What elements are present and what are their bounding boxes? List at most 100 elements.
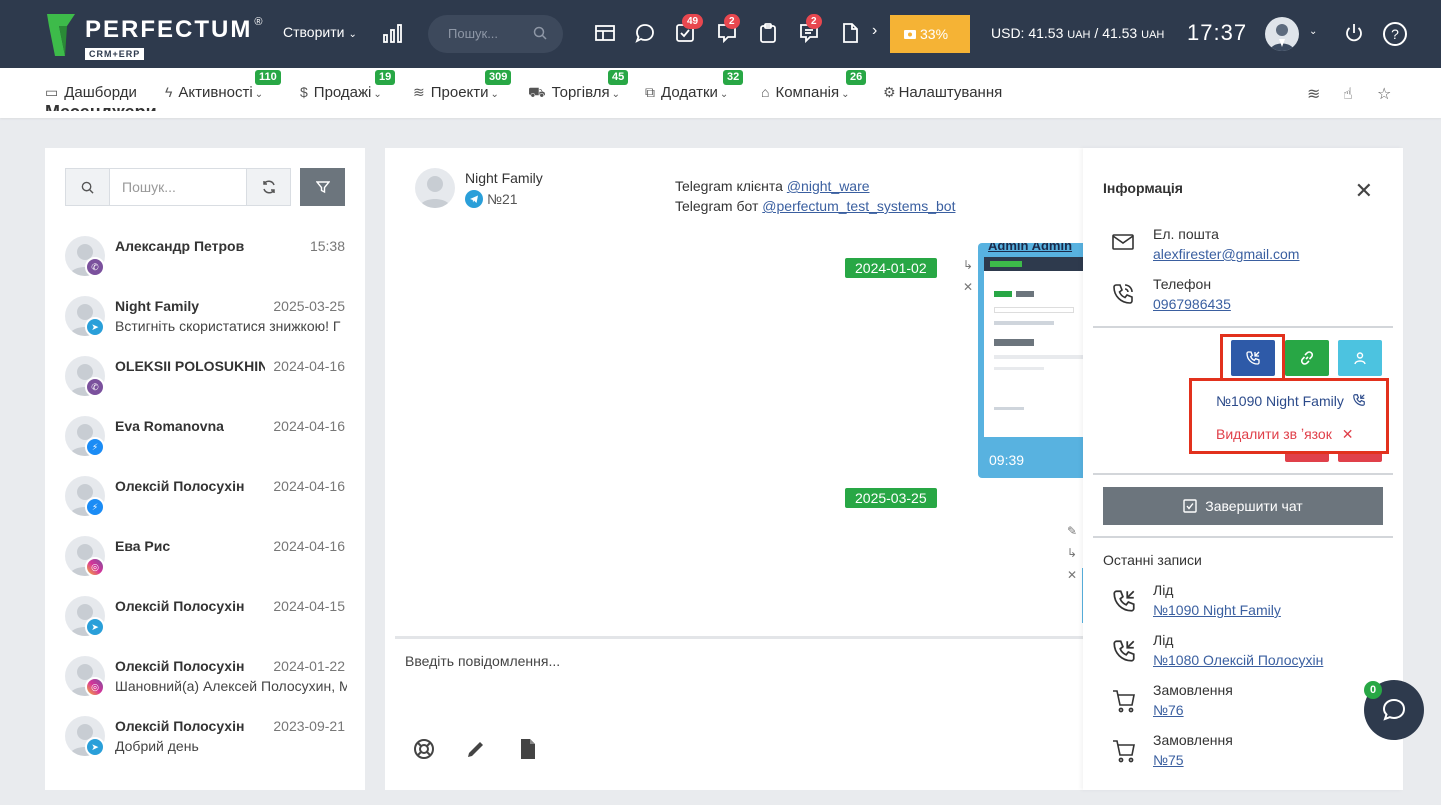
nav-badge: 19 [375, 70, 396, 85]
chat-bubble-icon[interactable] [634, 22, 656, 44]
nav-badge: 32 [723, 70, 744, 85]
record-link[interactable]: №1090 Night Family [1153, 602, 1281, 618]
finish-chat-button[interactable]: Завершити чат [1103, 487, 1383, 525]
chat-list-item[interactable]: ⚡ Eva Romanovna 2024-04-16 [45, 406, 365, 466]
nav-projects[interactable]: ≋ Проекти ⌄ 309 [413, 70, 512, 101]
user-avatar[interactable] [1265, 17, 1299, 51]
message-input[interactable]: Введіть повідомлення... [405, 653, 560, 669]
layers-icon: ≋ [413, 84, 425, 100]
nav-company[interactable]: ⌂ Компанія ⌄ 26 [761, 70, 867, 101]
telegram-icon: ➤ [85, 317, 105, 337]
divider [1093, 473, 1393, 475]
linked-lead-item[interactable]: №1090 Night Family [1216, 393, 1366, 409]
delete-icon[interactable]: ✕ [1065, 564, 1079, 586]
power-icon[interactable] [1343, 22, 1365, 44]
record-link[interactable]: №75 [1153, 752, 1184, 768]
chat-list-item[interactable]: ✆ Александр Петров 15:38 [45, 226, 365, 286]
copy-icon: ⧉ [645, 84, 655, 100]
phone-icon [1113, 284, 1133, 304]
date-separator: 2025-03-25 [845, 488, 937, 508]
chat-list-item[interactable]: ✆ OLEKSII POLOSUKHIN 2024-04-16 [45, 346, 365, 406]
image-message[interactable]: Admin Admin 09:39 [978, 243, 1098, 478]
bar-chart-icon[interactable] [382, 22, 404, 44]
global-search-input[interactable]: Пошук... [428, 15, 563, 53]
chevron-down-icon: ⌄ [348, 29, 357, 40]
file-icon[interactable] [517, 738, 539, 760]
chevron-down-icon[interactable]: ⌄ [1309, 26, 1317, 37]
highlight-frame [1220, 334, 1285, 381]
recent-records-title: Останні записи [1103, 552, 1202, 568]
hand-icon[interactable]: ☝ [1343, 84, 1353, 104]
bot-handle-link[interactable]: @perfectum_test_systems_bot [762, 198, 955, 214]
unlink-item[interactable]: Видалити зв ʼязок ✕ [1216, 426, 1353, 443]
linked-lead-dropdown: №1090 Night Family Видалити зв ʼязок ✕ [1189, 378, 1389, 454]
record-type: Замовлення [1153, 732, 1233, 748]
nav-label: Торгівля [551, 84, 610, 101]
email-link[interactable]: alexfirester@gmail.com [1153, 246, 1299, 262]
reply-icon[interactable]: ↳ [1065, 542, 1079, 564]
progress-indicator[interactable]: 33% [890, 15, 970, 53]
chat-list-item[interactable]: ◎ Олексій Полосухін 2024-01-22 Шановний(а) … [45, 646, 365, 706]
tasks-badge: 49 [682, 14, 704, 29]
pencil-icon[interactable] [465, 738, 487, 760]
chat-name: Олексій Полосухін [115, 718, 245, 734]
link-button[interactable] [1285, 340, 1329, 376]
user-icon [1354, 352, 1366, 365]
tasks-button[interactable]: 49 [674, 14, 704, 44]
contact-button[interactable] [1338, 340, 1382, 376]
instagram-icon: ◎ [85, 677, 105, 697]
table-icon[interactable] [594, 22, 616, 44]
chat-list-item[interactable]: ➤ Олексій Полосухін 2023-09-21 Добрий день [45, 706, 365, 766]
reply-icon[interactable]: ↳ [961, 254, 975, 276]
nav-settings[interactable]: ⚙ Налаштування [883, 84, 1002, 101]
nav-addons[interactable]: ⧉ Додатки ⌄ 32 [645, 70, 744, 101]
nav-label: Активності [178, 84, 253, 101]
chat-time: 2024-04-16 [269, 358, 345, 374]
chat-list-item[interactable]: ➤ Night Family 2025-03-25 Встигніть скорист… [45, 286, 365, 346]
chat-search-input[interactable]: Пошук... [110, 169, 246, 205]
nav-activities[interactable]: ϟ Активності ⌄ 110 [165, 70, 281, 101]
close-icon[interactable]: ✕ [1355, 178, 1373, 204]
edit-icon[interactable]: ✎ [1065, 520, 1079, 542]
chat-time: 2024-04-16 [269, 538, 345, 554]
chat-name: OLEKSII POLOSUKHIN [115, 358, 265, 374]
logo[interactable]: PERFECTUM ® CRM+ERP [45, 12, 262, 60]
lifebuoy-icon[interactable] [413, 738, 435, 760]
close-icon: ✕ [1341, 426, 1354, 442]
chat-time: 2024-01-22 [269, 658, 345, 674]
currency-value-a: 41.53 [1028, 25, 1064, 41]
comments-button[interactable]: 2 [716, 14, 740, 44]
chat-list-item[interactable]: ⚡ Олексій Полосухін 2024-04-16 [45, 466, 365, 526]
chat-time: 2025-03-25 [269, 298, 345, 314]
phone-link[interactable]: 0967986435 [1153, 296, 1231, 312]
refresh-icon[interactable] [246, 169, 290, 205]
nav-dashboards[interactable]: ▭ Дашборди [45, 84, 137, 101]
delete-icon[interactable]: ✕ [961, 276, 975, 298]
currency-separator: / [1094, 25, 1099, 41]
client-label: Telegram клієнта [675, 178, 783, 194]
layers-icon[interactable]: ≋ [1307, 84, 1320, 104]
chat-list-item[interactable]: ◎ Ева Рис 2024-04-16 [45, 526, 365, 586]
nav-trade[interactable]: ⛟ Торгівля ⌄ 45 [528, 70, 629, 103]
star-icon[interactable]: ☆ [1377, 84, 1391, 104]
filter-button[interactable] [300, 168, 345, 206]
viber-icon: ✆ [85, 257, 105, 277]
nav-sales[interactable]: $ Продажі ⌄ 19 [300, 70, 396, 101]
help-icon[interactable]: ? [1383, 22, 1407, 46]
file-icon[interactable] [839, 22, 861, 44]
record-link[interactable]: №76 [1153, 702, 1184, 718]
compose-toolbar [413, 738, 539, 760]
nav-badge: 110 [255, 70, 281, 85]
chat-time: 2024-04-16 [269, 478, 345, 494]
chevron-right-icon[interactable]: › [872, 22, 877, 40]
camera-icon [904, 30, 916, 39]
chevron-down-icon: ⌄ [719, 89, 729, 100]
chat-list-item[interactable]: ➤ Олексій Полосухін 2024-04-15 [45, 586, 365, 646]
client-handle-link[interactable]: @night_ware [787, 178, 870, 194]
contact-avatar [415, 168, 455, 208]
notes-button[interactable]: 2 [798, 14, 822, 44]
clipboard-icon[interactable] [757, 22, 779, 44]
record-link[interactable]: №1080 Олексій Полосухін [1153, 652, 1323, 668]
create-menu[interactable]: Створити ⌄ [283, 24, 357, 40]
search-icon [66, 169, 110, 205]
